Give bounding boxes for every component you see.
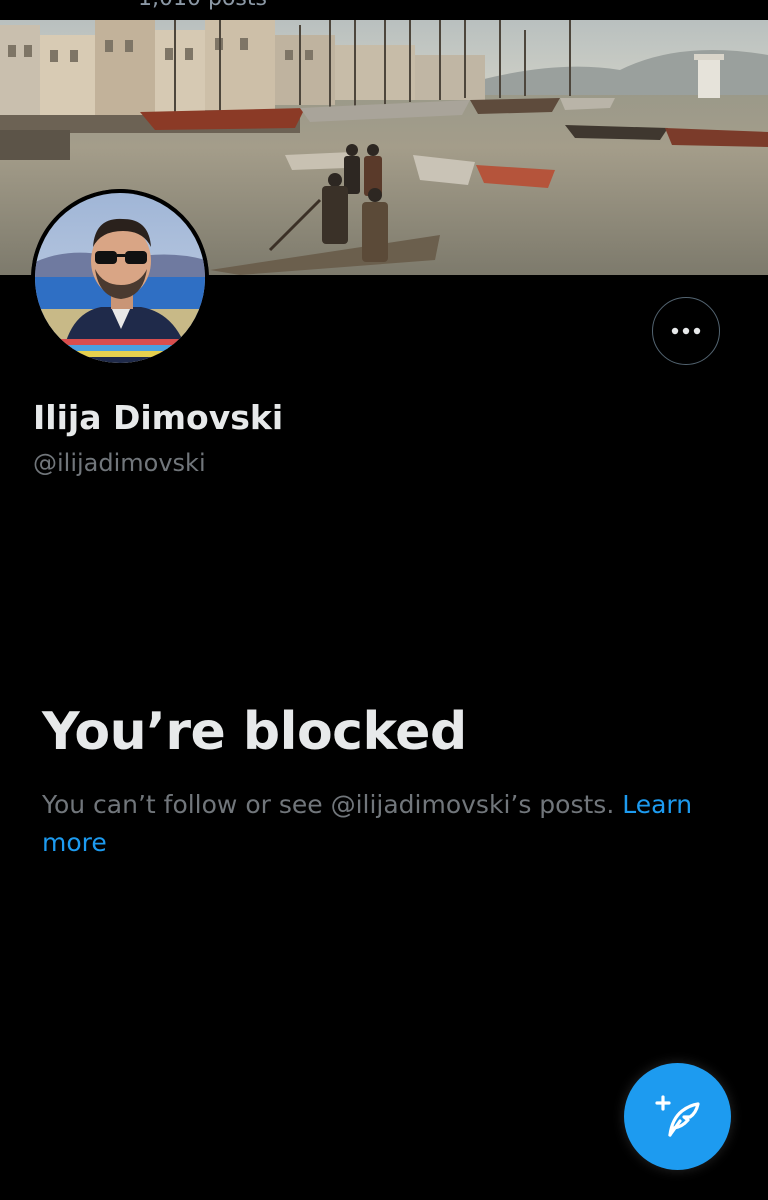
compose-post-button[interactable]	[624, 1063, 731, 1170]
display-name: Ilija Dimovski	[33, 398, 284, 437]
avatar[interactable]	[31, 189, 209, 367]
avatar-image	[31, 189, 209, 367]
posts-count: 1,010 posts	[138, 0, 267, 11]
more-options-button[interactable]	[652, 297, 720, 365]
compose-post-icon	[654, 1094, 700, 1137]
user-handle: @ilijadimovski	[33, 449, 206, 477]
blocked-message: You can’t follow or see @ilijadimovski’s…	[42, 786, 722, 862]
blocked-message-text: You can’t follow or see @ilijadimovski’s…	[42, 790, 623, 819]
top-header: 1,010 posts	[0, 0, 768, 20]
more-horizontal-icon	[671, 327, 701, 335]
blocked-title: You’re blocked	[42, 702, 467, 762]
